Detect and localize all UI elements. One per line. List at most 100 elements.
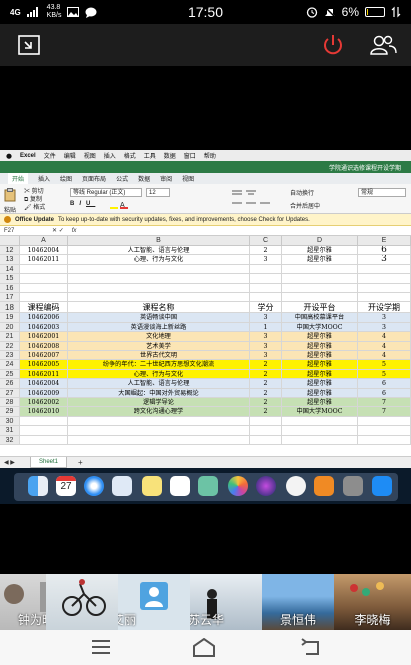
table-cell-e[interactable]: 6 (358, 379, 411, 389)
table-row[interactable]: 28 10462002 逻辑学导论 2 超星尔雅 7 (0, 398, 411, 408)
table-cell-b[interactable]: 人工智能、语言与伦理 (68, 246, 250, 256)
table-cell-a[interactable]: 课程编码 (20, 302, 68, 314)
row-number[interactable]: 32 (0, 435, 20, 445)
table-cell-e[interactable]: 7 (358, 398, 411, 408)
table-cell-a[interactable]: 10462007 (20, 351, 68, 361)
table-cell-b[interactable] (68, 274, 250, 284)
table-cell-c[interactable]: 3 (250, 341, 282, 351)
table-cell-a[interactable]: 10462002 (20, 398, 68, 408)
menu-item[interactable]: 窗口 (184, 151, 196, 160)
system-preferences-icon[interactable] (343, 476, 363, 496)
app-store-icon[interactable] (372, 476, 392, 496)
row-number[interactable]: 24 (0, 360, 20, 370)
row-number[interactable]: 19 (0, 313, 20, 323)
row-number[interactable]: 15 (0, 274, 20, 284)
menu-item[interactable]: 编辑 (64, 151, 76, 160)
table-cell-a[interactable]: 10462009 (20, 388, 68, 398)
books-icon[interactable] (314, 476, 334, 496)
table-cell-d[interactable]: 中国高校慕课平台 (282, 313, 358, 323)
table-cell-e[interactable]: 6 (358, 246, 411, 256)
table-cell-b[interactable]: 文化地理 (68, 332, 250, 342)
table-cell-e[interactable] (358, 416, 411, 427)
table-cell-a[interactable] (20, 416, 68, 427)
column-header-b[interactable]: B (68, 236, 250, 246)
table-cell-b[interactable]: 纷争的年代：二十世纪西方思想文化潮流 (68, 360, 250, 370)
table-cell-e[interactable] (358, 264, 411, 275)
table-cell-b[interactable]: 逻辑学导论 (68, 398, 250, 408)
participant-tile[interactable]: 艾丽 (118, 574, 190, 630)
table-cell-e[interactable]: 4 (358, 341, 411, 351)
table-cell-c[interactable] (250, 283, 282, 293)
table-cell-a[interactable]: 10462005 (20, 360, 68, 370)
table-cell-b[interactable]: 世界古代文明 (68, 351, 250, 361)
ribbon-tab[interactable]: 数据 (138, 174, 150, 183)
table-cell-b[interactable]: 艺术美学 (68, 341, 250, 351)
menu-icon[interactable] (90, 638, 112, 656)
table-cell-b[interactable]: 心理、行为与文化 (68, 255, 250, 265)
table-cell-e[interactable]: 开设学期 (358, 302, 411, 314)
blank-row[interactable]: 15 (0, 274, 411, 284)
select-all-corner[interactable] (0, 236, 20, 246)
ribbon-tab[interactable]: 绘图 (60, 174, 72, 183)
ribbon-tab[interactable]: 视图 (182, 174, 194, 183)
row-number[interactable]: 18 (0, 302, 20, 314)
table-cell-e[interactable] (358, 283, 411, 293)
mail-icon[interactable] (112, 476, 132, 496)
reminders-icon[interactable] (170, 476, 190, 496)
table-cell-d[interactable]: 超星尔雅 (282, 341, 358, 351)
ribbon-tab[interactable]: 公式 (116, 174, 128, 183)
table-cell-a[interactable]: 10462010 (20, 407, 68, 417)
wrap-text-button[interactable]: 自动换行 (290, 188, 314, 197)
music-icon[interactable] (286, 476, 306, 496)
row-number[interactable]: 16 (0, 283, 20, 293)
column-header-d[interactable]: D (282, 236, 358, 246)
row-number[interactable]: 20 (0, 322, 20, 333)
row-number[interactable]: 17 (0, 293, 20, 303)
table-cell-d[interactable] (282, 435, 358, 445)
table-cell-d[interactable]: 超星尔雅 (282, 379, 358, 389)
blank-row[interactable]: 16 (0, 283, 411, 293)
menu-item[interactable]: 插入 (104, 151, 116, 160)
blank-row[interactable]: 30 (0, 416, 411, 427)
table-cell-a[interactable]: 10462004 (20, 246, 68, 256)
table-cell-d[interactable] (282, 274, 358, 284)
table-row[interactable]: 24 10462005 纷争的年代：二十世纪西方思想文化潮流 2 超星尔雅 5 (0, 360, 411, 370)
table-cell-d[interactable]: 开设平台 (282, 302, 358, 314)
table-cell-d[interactable] (282, 426, 358, 436)
menu-item[interactable]: 视图 (84, 151, 96, 160)
calendar-icon[interactable]: 27 (56, 476, 76, 496)
table-cell-c[interactable]: 3 (250, 255, 282, 265)
table-cell-e[interactable]: 5 (358, 360, 411, 370)
table-cell-e[interactable]: 3 (358, 322, 411, 333)
table-cell-c[interactable]: 2 (250, 398, 282, 408)
home-icon[interactable] (192, 638, 216, 658)
participants-button[interactable] (368, 32, 398, 58)
table-cell-c[interactable] (250, 274, 282, 284)
table-cell-a[interactable] (20, 283, 68, 293)
row-number[interactable]: 29 (0, 407, 20, 417)
table-cell-b[interactable]: 人工智能、语言与伦理 (68, 379, 250, 389)
table-cell-b[interactable] (68, 426, 250, 436)
table-cell-d[interactable]: 超星尔雅 (282, 388, 358, 398)
table-cell-b[interactable]: 英语畅谈中国 (68, 313, 250, 323)
participant-tile[interactable] (46, 574, 118, 630)
font-size-select[interactable]: 12 (146, 188, 170, 197)
menu-item[interactable]: 文件 (44, 151, 56, 160)
table-cell-e[interactable] (358, 426, 411, 436)
table-cell-d[interactable] (282, 283, 358, 293)
table-row[interactable]: 13 10462011 心理、行为与文化 3 超星尔雅 3 (0, 255, 411, 265)
table-cell-c[interactable] (250, 264, 282, 275)
table-cell-d[interactable]: 超星尔雅 (282, 332, 358, 342)
table-cell-d[interactable]: 超星尔雅 (282, 369, 358, 380)
table-cell-b[interactable]: 大国崛起：中国对外贸易概论 (68, 388, 250, 398)
table-cell-a[interactable]: 10462011 (20, 369, 68, 380)
table-cell-e[interactable] (358, 274, 411, 284)
row-number[interactable]: 27 (0, 388, 20, 398)
table-cell-c[interactable] (250, 293, 282, 303)
back-icon[interactable] (300, 638, 322, 658)
cut-button[interactable]: ✂ 剪切 (24, 188, 45, 196)
sheet-tab-sheet1[interactable]: Sheet1 (30, 457, 68, 468)
menu-item[interactable]: Excel (20, 153, 36, 159)
table-cell-a[interactable] (20, 435, 68, 445)
table-cell-d[interactable] (282, 293, 358, 303)
